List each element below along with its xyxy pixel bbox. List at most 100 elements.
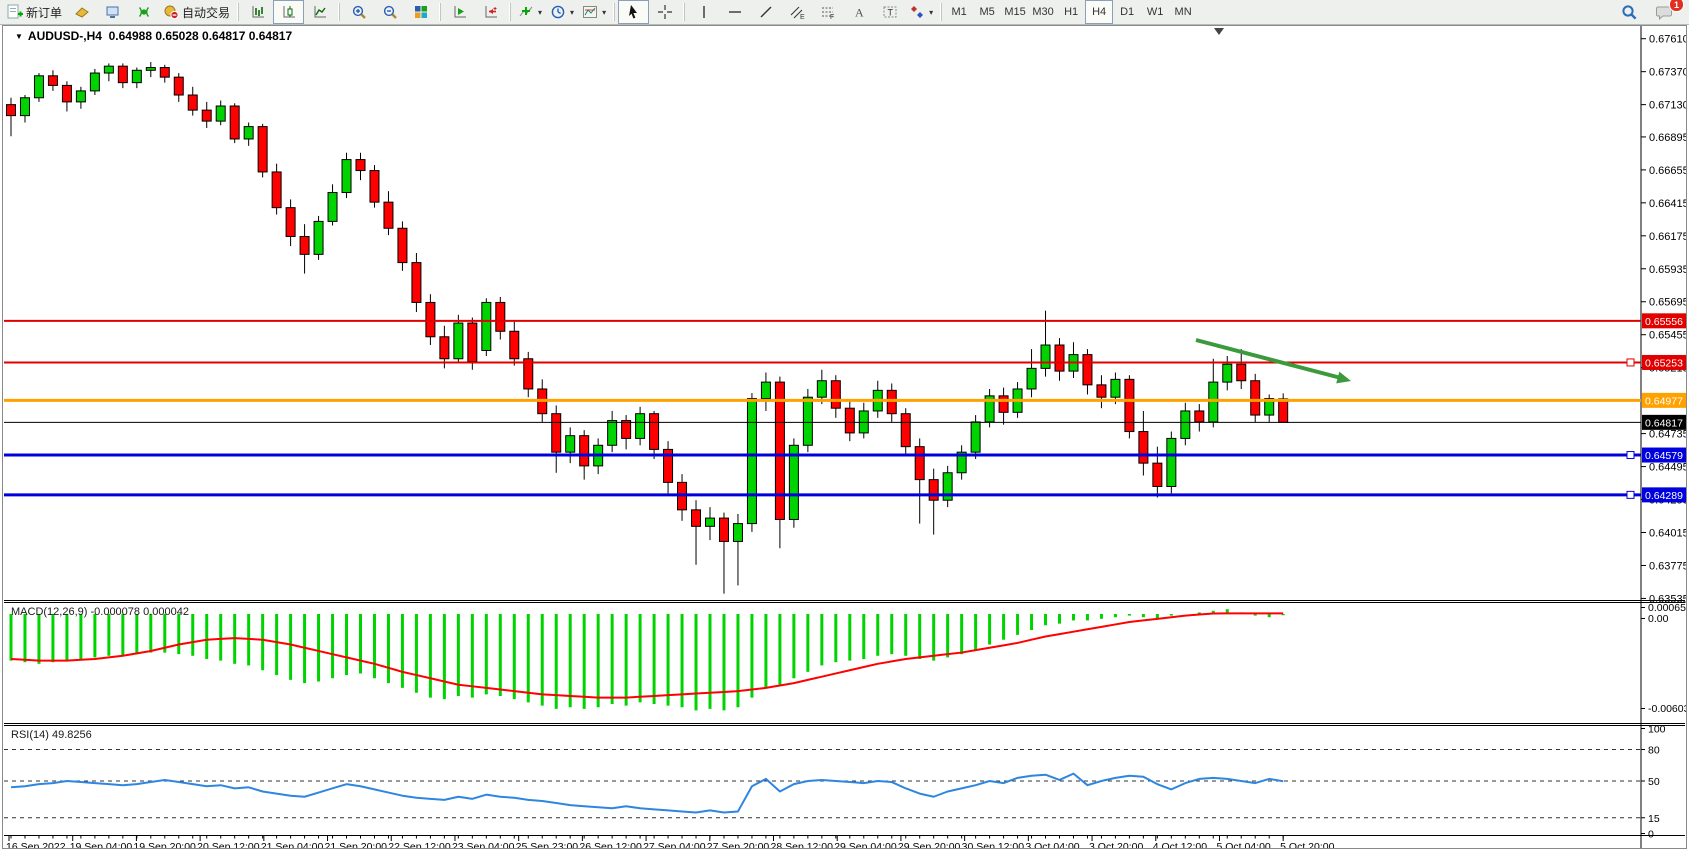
notifications-button[interactable]: 1: [1649, 0, 1680, 24]
candle-down[interactable]: [622, 421, 631, 439]
tf-m5[interactable]: M5: [973, 0, 1001, 24]
candle-down[interactable]: [300, 236, 309, 254]
candle-down[interactable]: [1097, 385, 1106, 397]
candle-up[interactable]: [1167, 438, 1176, 486]
line-handle[interactable]: [1627, 452, 1634, 459]
candle-down[interactable]: [552, 414, 561, 452]
vertical-line-button[interactable]: [688, 0, 719, 24]
candlestick-chart-button[interactable]: [273, 0, 304, 24]
tf-m1[interactable]: M1: [945, 0, 973, 24]
candle-down[interactable]: [398, 228, 407, 262]
data-window-button[interactable]: [97, 0, 128, 24]
tf-mn[interactable]: MN: [1169, 0, 1197, 24]
candle-down[interactable]: [692, 510, 701, 526]
candle-down[interactable]: [845, 408, 854, 433]
candle-up[interactable]: [216, 106, 225, 121]
candle-up[interactable]: [706, 518, 715, 526]
candle-down[interactable]: [650, 414, 659, 450]
candle-down[interactable]: [48, 76, 57, 86]
candle-up[interactable]: [104, 66, 113, 73]
candle-down[interactable]: [160, 68, 169, 78]
candle-down[interactable]: [496, 302, 505, 331]
candle-up[interactable]: [342, 160, 351, 193]
candle-up[interactable]: [761, 382, 770, 398]
candle-down[interactable]: [356, 160, 365, 171]
candle-up[interactable]: [34, 76, 43, 98]
tf-h1[interactable]: H1: [1057, 0, 1085, 24]
candle-up[interactable]: [971, 422, 980, 452]
candle-up[interactable]: [76, 91, 85, 102]
line-handle[interactable]: [1627, 491, 1634, 498]
price-axis[interactable]: 0.676100.673700.671300.668950.666550.664…: [1641, 34, 1686, 606]
candle-up[interactable]: [608, 421, 617, 446]
candle-down[interactable]: [1139, 432, 1148, 464]
candle-down[interactable]: [775, 382, 784, 519]
candle-down[interactable]: [831, 381, 840, 408]
signals-button[interactable]: [128, 0, 159, 24]
candle-down[interactable]: [468, 323, 477, 361]
zoom-in-button[interactable]: [343, 0, 374, 24]
candle-up[interactable]: [1111, 379, 1120, 397]
candle-down[interactable]: [230, 106, 239, 139]
macd-pane[interactable]: 0.0006510.00-0.006036: [11, 602, 1686, 715]
candle-down[interactable]: [510, 331, 519, 358]
chart-shift-button[interactable]: [475, 0, 506, 24]
candle-down[interactable]: [118, 66, 127, 82]
candle-up[interactable]: [733, 524, 742, 542]
candle-down[interactable]: [272, 172, 281, 208]
tf-d1[interactable]: D1: [1113, 0, 1141, 24]
chart-shift-marker[interactable]: [1214, 28, 1224, 35]
candle-down[interactable]: [719, 518, 728, 541]
candle-down[interactable]: [1237, 364, 1246, 380]
horizontal-level-lines[interactable]: [4, 321, 1641, 499]
candle-down[interactable]: [426, 302, 435, 336]
text-button[interactable]: A: [843, 0, 874, 24]
candle-down[interactable]: [887, 390, 896, 413]
candle-down[interactable]: [188, 95, 197, 110]
line-chart-button[interactable]: [304, 0, 335, 24]
candle-up[interactable]: [146, 68, 155, 71]
search-button[interactable]: [1614, 0, 1645, 24]
candle-up[interactable]: [132, 70, 141, 82]
candle-up[interactable]: [1223, 364, 1232, 382]
tf-w1[interactable]: W1: [1141, 0, 1169, 24]
horizontal-line-button[interactable]: [719, 0, 750, 24]
candle-down[interactable]: [1279, 399, 1288, 422]
candle-down[interactable]: [1251, 381, 1260, 415]
market-watch-button[interactable]: [66, 0, 97, 24]
candle-down[interactable]: [580, 436, 589, 466]
chart-window[interactable]: ▼AUDUSD-,H4 0.64988 0.65028 0.64817 0.64…: [2, 25, 1687, 849]
candle-down[interactable]: [412, 263, 421, 303]
candle-up[interactable]: [314, 221, 323, 254]
auto-trading-button[interactable]: 自动交易: [159, 0, 234, 24]
candle-up[interactable]: [482, 302, 491, 350]
tf-m15[interactable]: M15: [1001, 0, 1029, 24]
candle-down[interactable]: [1195, 411, 1204, 422]
zoom-out-button[interactable]: [374, 0, 405, 24]
fibonacci-button[interactable]: F: [812, 0, 843, 24]
candle-up[interactable]: [747, 399, 756, 524]
candle-down[interactable]: [999, 396, 1008, 412]
bar-chart-button[interactable]: [242, 0, 273, 24]
candle-up[interactable]: [1181, 411, 1190, 438]
crosshair-button[interactable]: [649, 0, 680, 24]
equidistant-channel-button[interactable]: E: [781, 0, 812, 24]
candle-up[interactable]: [636, 414, 645, 439]
candle-up[interactable]: [244, 127, 253, 139]
candle-down[interactable]: [174, 77, 183, 95]
cursor-button[interactable]: [618, 0, 649, 24]
candle-down[interactable]: [202, 110, 211, 121]
candle-down[interactable]: [1055, 345, 1064, 371]
candle-down[interactable]: [7, 105, 16, 116]
candle-down[interactable]: [384, 202, 393, 228]
candle-up[interactable]: [328, 193, 337, 222]
periods-button[interactable]: ▾: [546, 0, 578, 24]
candle-up[interactable]: [817, 381, 826, 397]
candle-down[interactable]: [1125, 379, 1134, 431]
chart-plot[interactable]: 0.676100.673700.671300.668950.666550.664…: [3, 26, 1686, 848]
candle-down[interactable]: [915, 447, 924, 480]
candles[interactable]: [7, 62, 1288, 594]
arrows-button[interactable]: ▾: [905, 0, 937, 24]
time-axis[interactable]: 16 Sep 202219 Sep 04:0019 Sep 20:0020 Se…: [6, 836, 1335, 848]
rsi-pane[interactable]: 1008050150: [4, 724, 1666, 841]
